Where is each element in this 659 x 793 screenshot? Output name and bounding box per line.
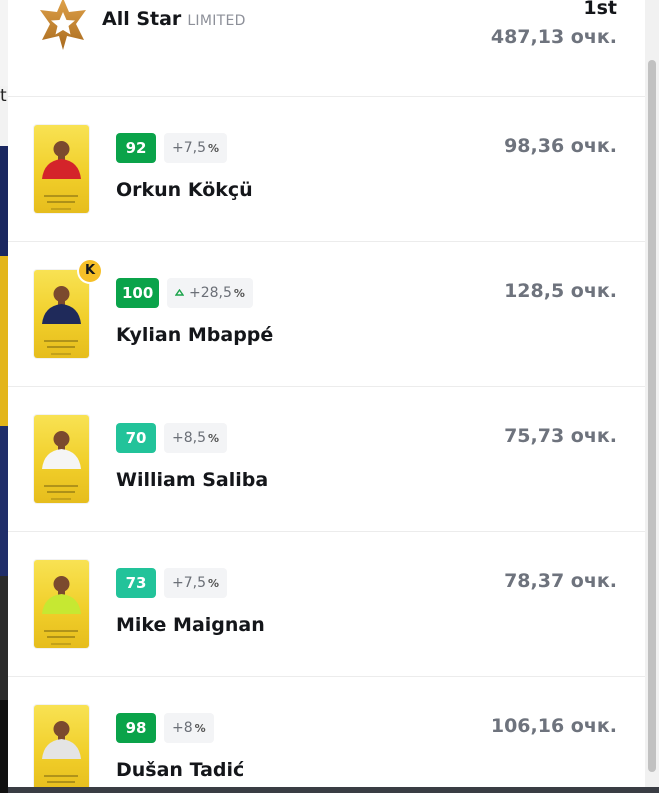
player-score-badge: 98 bbox=[116, 713, 156, 743]
player-name[interactable]: Dušan Tadić bbox=[116, 759, 244, 781]
player-points: 106,16 очк. bbox=[490, 715, 617, 737]
bonus-badge: +8,5% bbox=[164, 423, 228, 453]
player-row[interactable]: K 100 +28,5% Kylian Mbappé 128,5 очк. bbox=[8, 242, 659, 387]
background-partial-text: t bbox=[0, 86, 8, 146]
player-score-badge: 70 bbox=[116, 423, 156, 453]
team-title: All Star LIMITED bbox=[102, 8, 246, 30]
bonus-badge: +7,5% bbox=[164, 133, 228, 163]
player-score-badge: 100 bbox=[116, 278, 160, 308]
player-name[interactable]: Mike Maignan bbox=[116, 614, 265, 636]
bonus-unit: % bbox=[208, 432, 220, 445]
player-name[interactable]: Kylian Mbappé bbox=[116, 324, 273, 346]
bonus-badge: +28,5% bbox=[167, 278, 253, 308]
team-header: All Star LIMITED 1st 487,13 очк. bbox=[8, 0, 659, 97]
captain-badge: K bbox=[79, 260, 101, 282]
bonus-value: +7,5 bbox=[172, 140, 206, 156]
player-card[interactable] bbox=[34, 270, 89, 358]
player-row[interactable]: 70 +8,5% William Saliba 75,73 очк. bbox=[8, 387, 659, 532]
team-score-modal: All Star LIMITED 1st 487,13 очк. 92 +7,5%… bbox=[8, 0, 659, 787]
player-row[interactable]: 92 +7,5% Orkun Kökçü 98,36 очк. bbox=[8, 97, 659, 242]
player-portrait-icon bbox=[42, 431, 81, 469]
player-score-badge: 92 bbox=[116, 133, 156, 163]
player-row[interactable]: 98 +8% Dušan Tadić 106,16 очк. bbox=[8, 677, 659, 787]
player-portrait-icon bbox=[42, 576, 81, 614]
player-card[interactable] bbox=[34, 705, 89, 787]
bonus-badge: +8% bbox=[164, 713, 214, 743]
rank: 1st bbox=[583, 0, 617, 19]
bonus-value: +8,5 bbox=[172, 430, 206, 446]
bonus-value: +7,5 bbox=[172, 575, 206, 591]
bonus-unit: % bbox=[208, 142, 220, 155]
rarity-label: LIMITED bbox=[187, 13, 246, 29]
background-page: t bbox=[0, 0, 8, 793]
scrollbar[interactable] bbox=[645, 0, 659, 787]
scrollbar-thumb[interactable] bbox=[648, 60, 656, 772]
player-portrait-icon bbox=[42, 286, 81, 324]
player-portrait-icon bbox=[42, 141, 81, 179]
player-portrait-icon bbox=[42, 721, 81, 759]
bonus-unit: % bbox=[208, 577, 220, 590]
total-points: 487,13 очк. bbox=[490, 26, 617, 48]
bonus-unit: % bbox=[194, 722, 206, 735]
player-list: 92 +7,5% Orkun Kökçü 98,36 очк. K 100 +2… bbox=[8, 97, 659, 787]
player-score-badge: 73 bbox=[116, 568, 156, 598]
arrow-up-icon bbox=[175, 289, 184, 296]
bonus-badge: +7,5% bbox=[164, 568, 228, 598]
player-name[interactable]: Orkun Kökçü bbox=[116, 179, 253, 201]
player-card[interactable] bbox=[34, 415, 89, 503]
star-badge-icon bbox=[40, 0, 86, 50]
player-points: 98,36 очк. bbox=[504, 135, 617, 157]
player-name[interactable]: William Saliba bbox=[116, 469, 268, 491]
player-card[interactable] bbox=[34, 125, 89, 213]
team-name: All Star bbox=[102, 8, 182, 30]
bonus-value: +8 bbox=[172, 720, 193, 736]
player-row[interactable]: 73 +7,5% Mike Maignan 78,37 очк. bbox=[8, 532, 659, 677]
player-points: 78,37 очк. bbox=[504, 570, 617, 592]
bonus-unit: % bbox=[233, 287, 245, 300]
player-points: 75,73 очк. bbox=[504, 425, 617, 447]
bonus-value: +28,5 bbox=[189, 285, 232, 301]
player-card[interactable] bbox=[34, 560, 89, 648]
player-points: 128,5 очк. bbox=[504, 280, 617, 302]
